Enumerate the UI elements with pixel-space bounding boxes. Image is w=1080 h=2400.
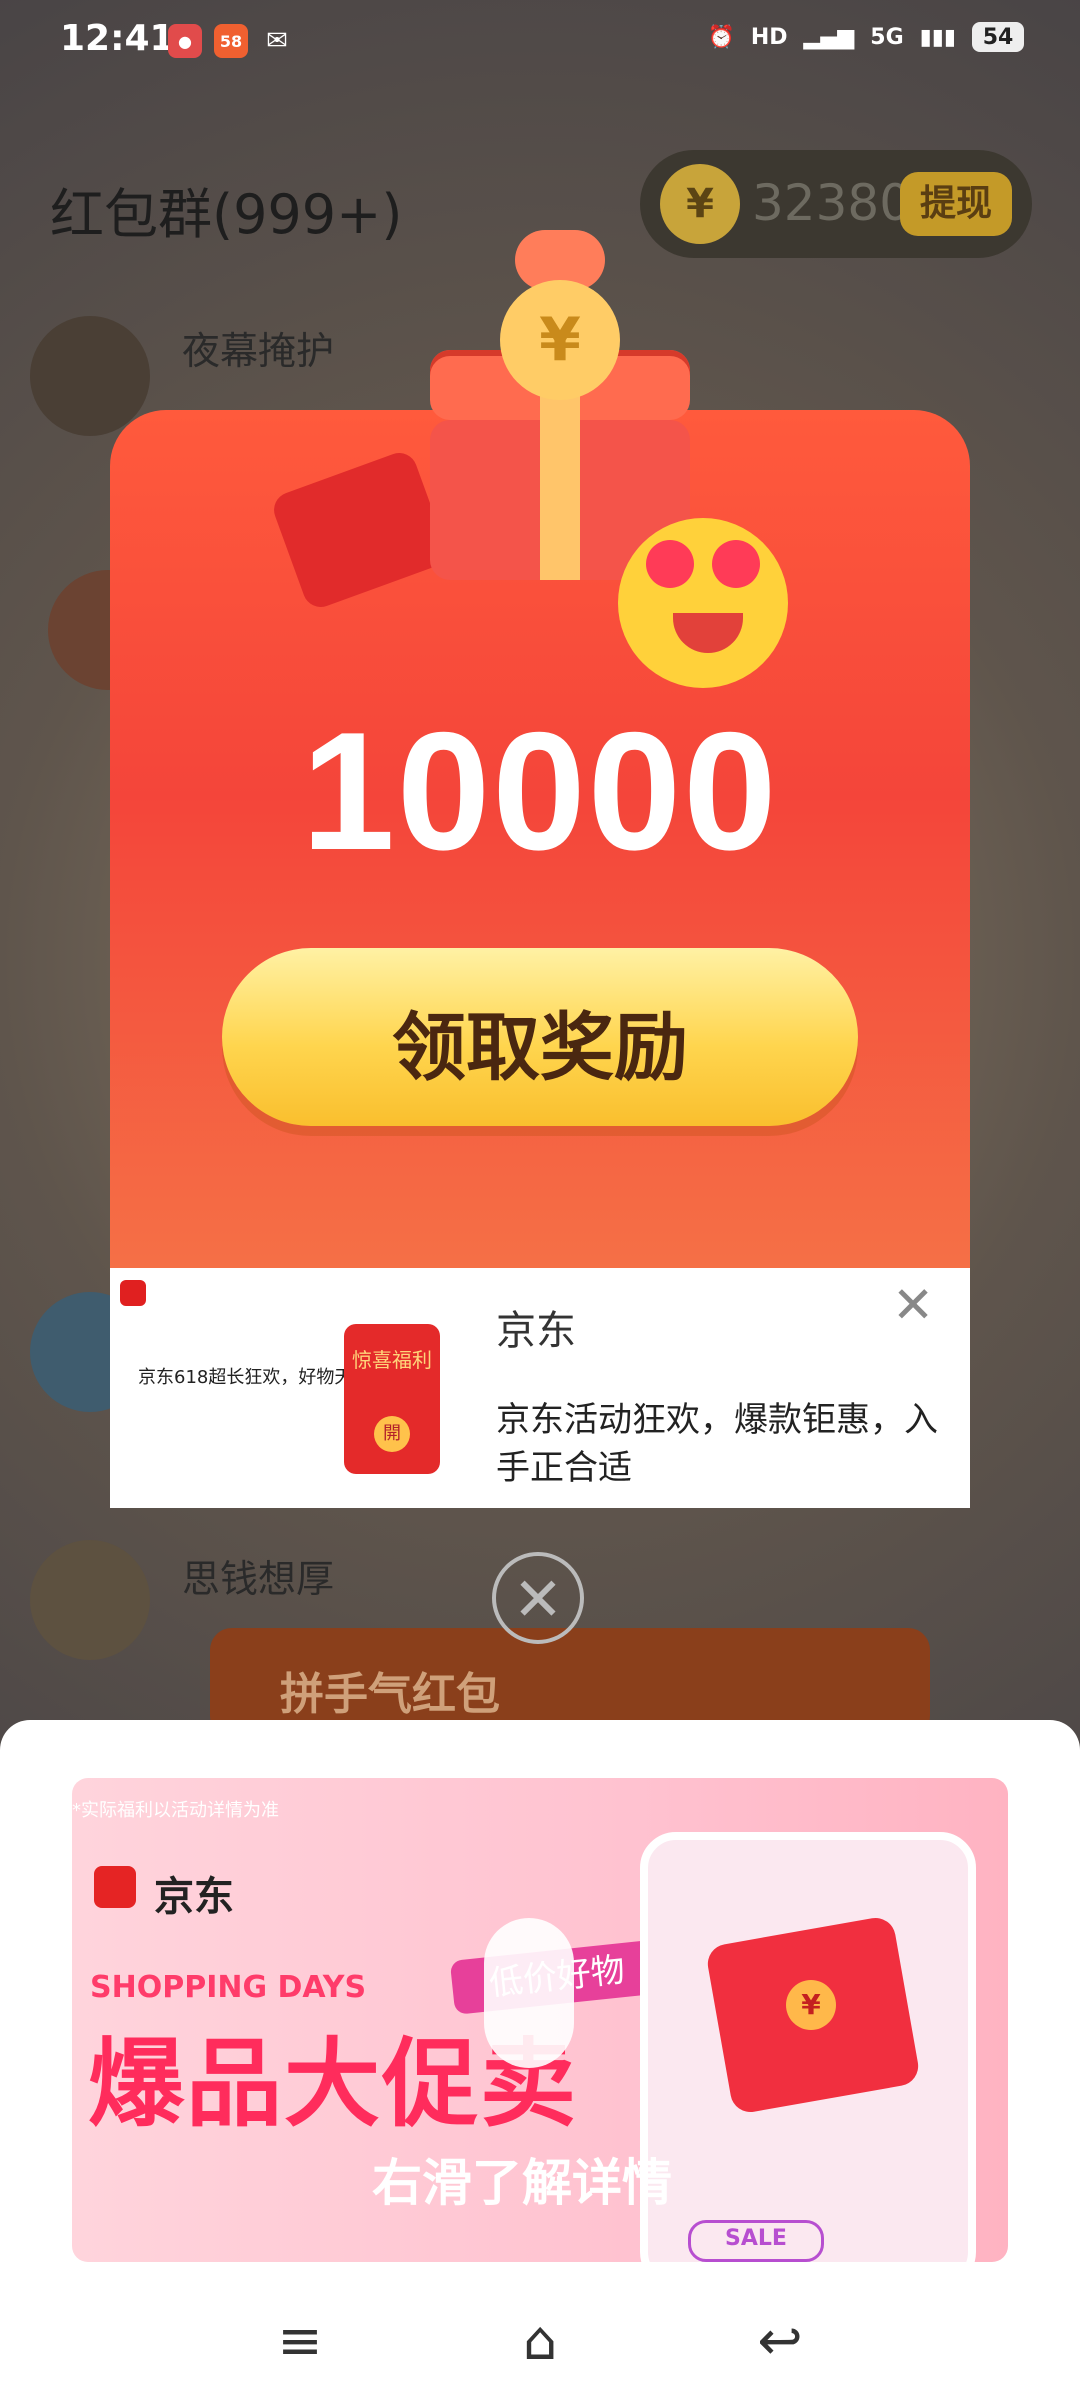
heart-icon: [712, 540, 760, 588]
close-icon[interactable]: ✕: [892, 1276, 934, 1334]
hd-indicator: HD: [750, 24, 788, 50]
red-envelope-icon: 惊喜福利 開: [344, 1324, 440, 1474]
sale-badge: SALE: [688, 2220, 824, 2262]
coin-icon: ¥: [660, 164, 740, 244]
claim-reward-button[interactable]: 领取奖励: [222, 948, 858, 1126]
heart-eyes-emoji-icon: [618, 518, 788, 688]
phone-illustration: ¥ SALE: [640, 1832, 976, 2262]
claim-reward-label: 领取奖励: [392, 1005, 688, 1091]
reward-amount: 10000: [301, 697, 779, 885]
popup-ad-card[interactable]: 京东618超长狂欢，好物天天低价 惊喜福利 開 京东 京东活动狂欢，爆款钜惠，入…: [110, 1268, 970, 1508]
ad-description: 京东活动狂欢，爆款钜惠，入手正合适: [496, 1400, 938, 1488]
wifi-icon: ▮▮▮: [919, 24, 956, 50]
jd-banner[interactable]: *实际福利以活动详情为准 京东 SHOPPING DAYS 低价好物 爆品大促卖…: [72, 1778, 1008, 2262]
avatar: [30, 316, 150, 436]
brand-name: 京东: [154, 1874, 234, 1920]
shopping-days-label: SHOPPING DAYS: [90, 1970, 367, 2005]
network-indicator: 5G: [870, 24, 904, 50]
status-bar: 12:41 ● 58 ✉ ⏰ HD ▂▄▆ 5G ▮▮▮ 54: [0, 0, 1080, 84]
swipe-hint: 右滑了解详情: [372, 2154, 672, 2212]
bubble-label: 拼手气红包: [280, 1669, 500, 1720]
navigation-bar: ≡ ⌂ ↩: [0, 2280, 1080, 2400]
withdraw-button[interactable]: 提现: [900, 172, 1012, 236]
back-icon[interactable]: ↩: [740, 2306, 820, 2376]
group-title: 红包群(999+): [50, 183, 403, 246]
heart-icon: [646, 540, 694, 588]
menu-icon[interactable]: ≡: [260, 2306, 340, 2376]
ad-title: 京东: [496, 1308, 576, 1354]
coin-balance: ¥ 32380 提现: [640, 150, 1032, 258]
app-notification-icon: ●: [168, 24, 202, 58]
signal-icon: ▂▄▆: [803, 24, 855, 50]
coin-value: 32380: [752, 174, 912, 232]
gold-coin-icon: ¥: [500, 280, 620, 400]
emoji-mouth: [673, 613, 743, 653]
home-icon[interactable]: ⌂: [500, 2306, 580, 2376]
jd-logo-icon: [120, 1280, 146, 1306]
member-name: 夜幕掩护: [182, 329, 335, 373]
swipe-hand-icon: [484, 1918, 574, 2068]
58-app-icon: 58: [214, 24, 248, 58]
close-circle-icon[interactable]: ✕: [492, 1552, 584, 1644]
coin-icon: ¥: [786, 1980, 836, 2030]
member-name: 思钱想厚: [182, 1557, 335, 1601]
envelope-seal: 開: [374, 1416, 410, 1452]
clock: 12:41: [60, 18, 175, 59]
banner-disclaimer: *实际福利以活动详情为准: [72, 1800, 279, 1821]
alarm-icon: ⏰: [707, 24, 735, 50]
battery-icon: 54: [972, 22, 1024, 52]
wechat-icon: ✉: [266, 26, 288, 56]
notification-icons: ● 58 ✉: [168, 24, 294, 58]
avatar: [30, 1540, 150, 1660]
status-indicators: ⏰ HD ▂▄▆ 5G ▮▮▮ 54: [707, 22, 1024, 52]
envelope-label: 惊喜福利: [352, 1348, 432, 1372]
jd-logo-icon: [94, 1866, 136, 1908]
